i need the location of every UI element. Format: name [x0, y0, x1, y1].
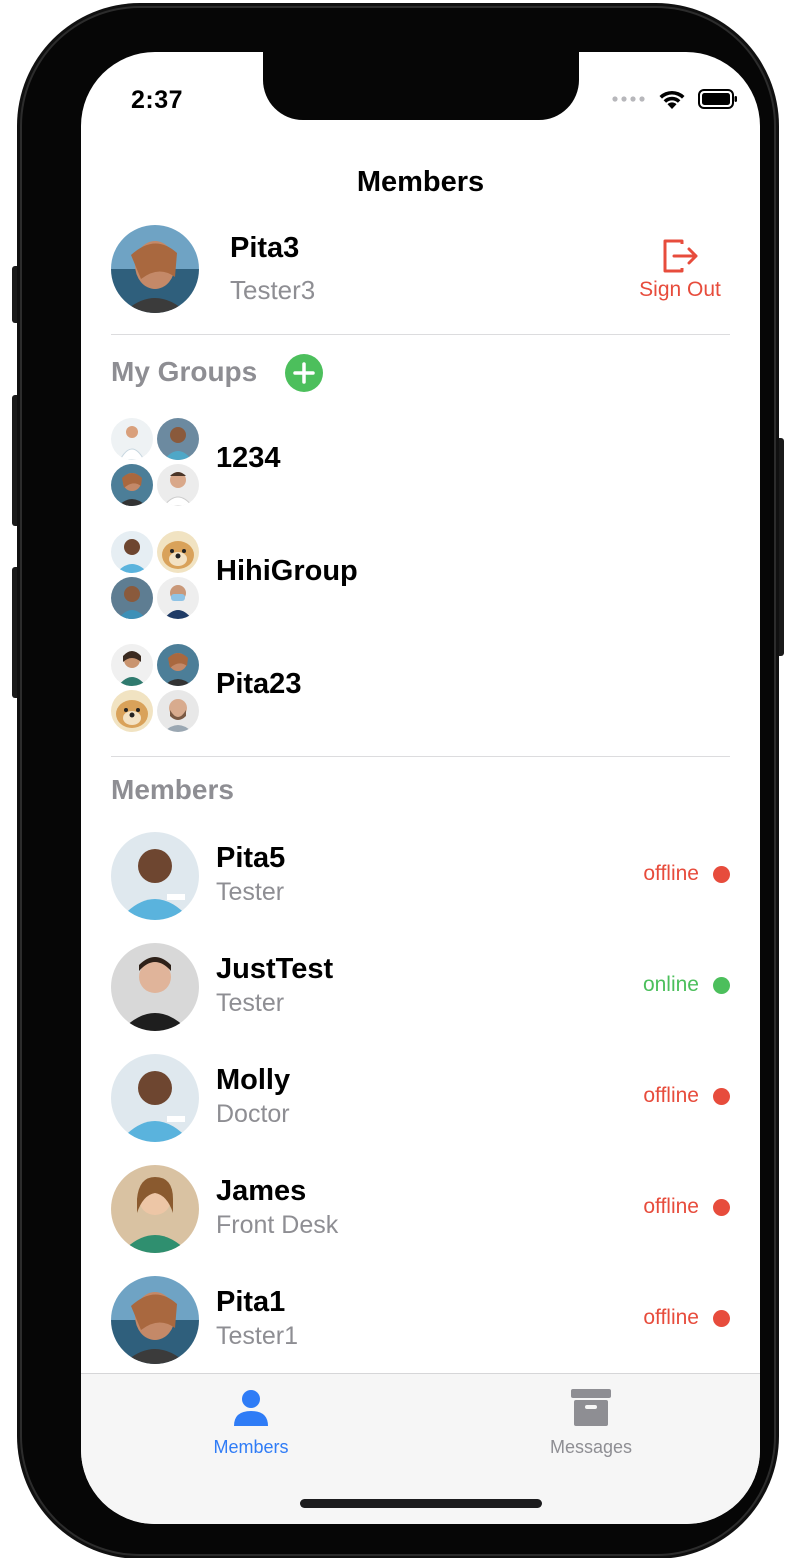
tab-messages[interactable]: Messages	[511, 1388, 671, 1458]
member-row[interactable]: Pita5 Tester offline	[111, 832, 730, 922]
signal-icon	[612, 96, 645, 102]
member-avatar	[111, 943, 199, 1031]
offline-dot	[713, 1309, 730, 1327]
wifi-icon	[659, 90, 685, 109]
presence-label: online	[642, 973, 699, 996]
member-avatar	[111, 1054, 199, 1142]
tab-label: Messages	[549, 1437, 633, 1457]
member-name: Pita1	[216, 1286, 286, 1318]
group-member-avatar	[157, 644, 199, 686]
group-row[interactable]: HihiGroup	[111, 531, 730, 621]
phone-frame: 2:37 Members Pita3 Tester3 Sign Out My G…	[22, 8, 774, 1554]
tab-label: Members	[213, 1437, 289, 1457]
presence-label: offline	[643, 862, 699, 885]
home-indicator	[300, 1499, 542, 1508]
member-row[interactable]: JustTest Tester online	[111, 943, 730, 1033]
sign-out-label: Sign Out	[639, 278, 721, 301]
member-name: Pita5	[216, 842, 286, 874]
group-member-avatar	[157, 577, 199, 619]
online-dot	[713, 976, 730, 994]
group-member-avatar	[111, 577, 153, 619]
member-row[interactable]: Molly Doctor offline	[111, 1054, 730, 1144]
divider	[111, 756, 730, 757]
group-member-avatar	[111, 464, 153, 506]
presence-status: offline	[643, 1195, 730, 1219]
profile-avatar	[111, 225, 199, 313]
profile-role: Tester3	[230, 275, 316, 305]
offline-dot	[713, 865, 730, 883]
presence-label: offline	[643, 1306, 699, 1329]
member-role: Front Desk	[216, 1211, 339, 1239]
group-name: HihiGroup	[216, 555, 358, 587]
member-role: Tester	[216, 989, 285, 1017]
presence-status: offline	[643, 1306, 730, 1330]
member-avatar	[111, 1165, 199, 1253]
divider	[111, 334, 730, 335]
presence-status: offline	[643, 1084, 730, 1108]
battery-icon	[698, 89, 737, 109]
presence-label: offline	[643, 1084, 699, 1107]
member-row[interactable]: Pita1 Tester1 offline	[111, 1276, 730, 1366]
offline-dot	[713, 1087, 730, 1105]
status-icons	[612, 88, 738, 110]
member-role: Doctor	[216, 1100, 290, 1128]
group-name: 1234	[216, 442, 281, 474]
tab-members[interactable]: Members	[171, 1388, 331, 1458]
group-member-avatar	[111, 644, 153, 686]
group-member-avatar	[111, 418, 153, 460]
archive-icon	[571, 1389, 611, 1426]
group-member-avatar	[157, 690, 199, 732]
page-title: Members	[356, 166, 485, 198]
member-name: JustTest	[216, 953, 334, 985]
group-member-avatar	[157, 418, 199, 460]
group-name: Pita23	[216, 668, 302, 700]
sign-out-icon	[663, 239, 698, 273]
member-avatar	[111, 1276, 199, 1364]
group-member-avatar	[157, 531, 199, 573]
member-avatar	[111, 832, 199, 920]
group-member-avatar	[111, 531, 153, 573]
presence-status: online	[643, 973, 730, 997]
member-name: Molly	[216, 1064, 291, 1096]
section-title-groups: My Groups	[111, 356, 258, 387]
presence-label: offline	[643, 1195, 699, 1218]
person-icon	[234, 1390, 268, 1426]
status-time: 2:37	[131, 86, 184, 114]
member-name: James	[216, 1175, 307, 1207]
offline-dot	[713, 1198, 730, 1216]
member-role: Tester1	[216, 1322, 298, 1350]
app-screen: 2:37 Members Pita3 Tester3 Sign Out My G…	[81, 52, 760, 1524]
add-group-button[interactable]	[285, 354, 323, 392]
group-member-avatar	[157, 464, 199, 506]
group-member-avatar	[111, 690, 153, 732]
section-title-members: Members	[111, 774, 234, 805]
plus-icon	[293, 362, 315, 384]
profile-name: Pita3	[230, 232, 300, 264]
member-row[interactable]: James Front Desk offline	[111, 1165, 730, 1255]
presence-status: offline	[643, 862, 730, 886]
notch	[263, 52, 579, 120]
sign-out-button[interactable]: Sign Out	[630, 238, 730, 302]
member-role: Tester	[216, 878, 285, 906]
group-row[interactable]: 1234	[111, 418, 730, 508]
group-row[interactable]: Pita23	[111, 644, 730, 734]
